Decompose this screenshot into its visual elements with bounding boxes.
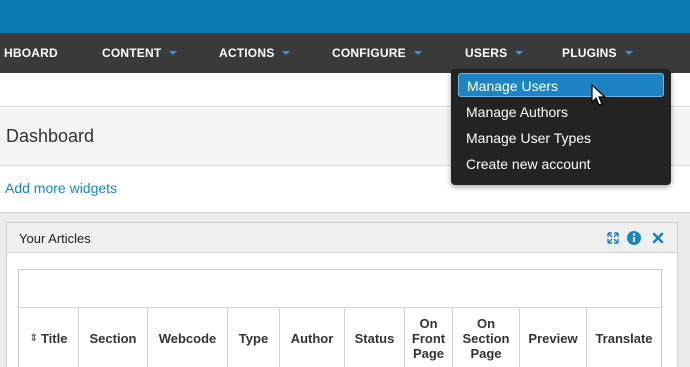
nav-label: CONTENT xyxy=(102,46,162,60)
column-header-type[interactable]: Type xyxy=(228,308,280,367)
nav-item-actions[interactable]: ACTIONS xyxy=(219,33,291,73)
sort-icon: ⇕ xyxy=(29,332,38,344)
table-filter-row xyxy=(19,270,661,308)
mouse-pointer-icon xyxy=(591,84,607,106)
app-frame: HBOARD CONTENT ACTIONS CONFIGURE USERS P… xyxy=(0,0,690,367)
column-label: On Front Page xyxy=(411,315,446,361)
column-label: On Section Page xyxy=(462,315,510,361)
nav-label: HBOARD xyxy=(4,46,58,60)
column-label: Section xyxy=(89,330,137,346)
column-label: Type xyxy=(238,330,269,346)
nav-item-dashboard[interactable]: HBOARD xyxy=(4,33,58,73)
menu-item-manage-user-types[interactable]: Manage User Types xyxy=(458,126,664,150)
caret-down-icon xyxy=(169,50,178,55)
expand-icon[interactable] xyxy=(605,230,621,246)
main-nav: HBOARD CONTENT ACTIONS CONFIGURE USERS P… xyxy=(0,33,690,73)
add-widgets-link[interactable]: Add more widgets xyxy=(5,180,117,196)
column-label: Author xyxy=(290,330,334,346)
widget-title: Your Articles xyxy=(19,231,91,246)
nav-item-content[interactable]: CONTENT xyxy=(102,33,178,73)
nav-label: CONFIGURE xyxy=(332,46,406,60)
column-header-preview[interactable]: Preview xyxy=(520,308,587,367)
menu-item-create-account[interactable]: Create new account xyxy=(458,152,664,176)
nav-item-plugins[interactable]: PLUGINS xyxy=(562,33,633,73)
menu-item-manage-authors[interactable]: Manage Authors xyxy=(458,100,664,124)
column-header-status[interactable]: Status xyxy=(345,308,405,367)
caret-down-icon xyxy=(282,50,291,55)
column-header-title[interactable]: ⇕ Title xyxy=(19,308,79,367)
widget-area: Your Articles ⇕ Title Section Webcode Ty… xyxy=(0,212,690,367)
nav-label: USERS xyxy=(465,46,508,60)
caret-down-icon xyxy=(624,50,633,55)
info-icon[interactable] xyxy=(626,230,642,246)
column-label: Translate xyxy=(595,330,653,346)
top-brand-bar xyxy=(0,0,690,33)
nav-item-users[interactable]: USERS xyxy=(465,33,524,73)
column-header-on-front-page[interactable]: On Front Page xyxy=(405,308,453,367)
column-header-translate[interactable]: Translate xyxy=(587,308,661,367)
column-label: Preview xyxy=(528,330,578,346)
column-header-on-section-page[interactable]: On Section Page xyxy=(453,308,520,367)
nav-label: PLUGINS xyxy=(562,46,617,60)
articles-table: ⇕ Title Section Webcode Type Author Statu… xyxy=(18,269,662,367)
nav-item-configure[interactable]: CONFIGURE xyxy=(332,33,422,73)
widget-header[interactable]: Your Articles xyxy=(7,223,677,253)
column-header-author[interactable]: Author xyxy=(280,308,345,367)
articles-widget: Your Articles ⇕ Title Section Webcode Ty… xyxy=(6,222,678,367)
column-label: Status xyxy=(354,330,395,346)
users-dropdown-menu: Manage Users Manage Authors Manage User … xyxy=(451,69,671,185)
menu-item-manage-users[interactable]: Manage Users xyxy=(458,73,664,97)
close-icon[interactable] xyxy=(650,230,666,246)
column-header-webcode[interactable]: Webcode xyxy=(148,308,228,367)
column-label: Title xyxy=(40,330,68,346)
caret-down-icon xyxy=(515,50,524,55)
nav-label: ACTIONS xyxy=(219,46,275,60)
caret-down-icon xyxy=(413,50,422,55)
page-title: Dashboard xyxy=(6,126,95,146)
column-label: Webcode xyxy=(158,330,217,346)
column-header-section[interactable]: Section xyxy=(79,308,148,367)
